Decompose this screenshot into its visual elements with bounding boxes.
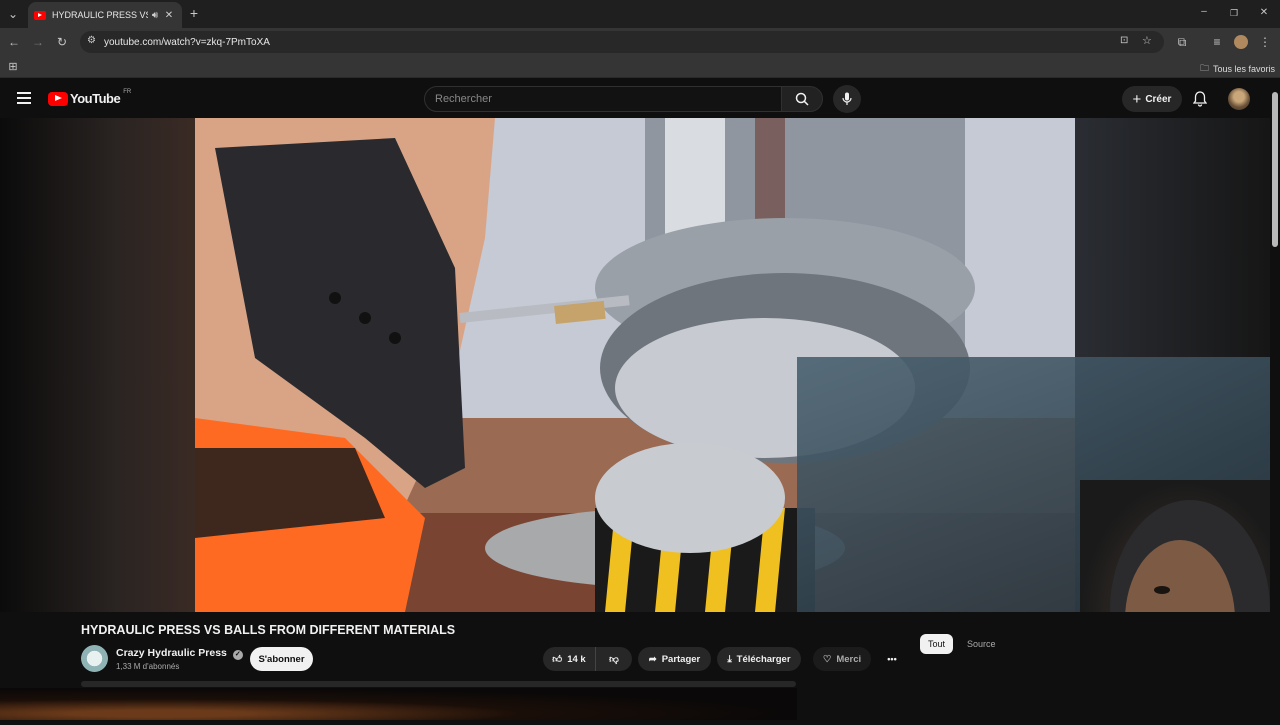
channel-name[interactable]: Crazy Hydraulic Press ✓ bbox=[116, 647, 243, 660]
browser-tab[interactable]: HYDRAULIC PRESS VS BALLS 🔊︎ ✕ bbox=[28, 2, 182, 28]
apps-grid-icon[interactable]: ⊞ bbox=[5, 60, 21, 74]
profile-avatar-icon[interactable] bbox=[1234, 35, 1248, 49]
menu-kebab-icon[interactable]: ⋮ bbox=[1257, 35, 1273, 49]
share-button[interactable]: ➦ Partager bbox=[638, 647, 711, 671]
create-label: Créer bbox=[1145, 93, 1172, 105]
youtube-favicon-icon bbox=[34, 10, 46, 20]
all-bookmarks-label: Tous les favoris bbox=[1213, 64, 1276, 74]
voice-search-button[interactable] bbox=[833, 85, 861, 113]
tab-search-icon[interactable]: ⌄ bbox=[5, 7, 21, 21]
bookmarks-bar: ⊞ 🗀︎ Tous les favoris bbox=[0, 56, 1280, 78]
thumbs-up-icon: 👍︎ bbox=[552, 654, 563, 665]
hamburger-menu-icon[interactable] bbox=[17, 92, 31, 104]
all-bookmarks-folder[interactable]: 🗀︎ Tous les favoris bbox=[1200, 61, 1275, 77]
search-placeholder: Rechercher bbox=[435, 93, 492, 105]
new-tab-icon[interactable]: + bbox=[186, 6, 202, 20]
youtube-logo-text: YouTube bbox=[70, 91, 121, 106]
close-tab-icon[interactable]: ✕ bbox=[162, 10, 176, 21]
youtube-play-icon bbox=[48, 91, 68, 106]
install-icon[interactable]: ⊡ bbox=[1120, 35, 1128, 46]
like-button[interactable]: 👍︎ 14 k bbox=[543, 647, 595, 671]
account-avatar[interactable] bbox=[1228, 88, 1250, 110]
dislike-button[interactable]: 👎︎ bbox=[595, 647, 632, 671]
minimize-icon[interactable]: – bbox=[1196, 5, 1212, 19]
recommendation-chips: Tout Source bbox=[920, 634, 1004, 654]
youtube-header: YouTube FR Rechercher + Créer bbox=[0, 80, 1270, 118]
site-info-icon[interactable]: ⚙ bbox=[87, 35, 96, 46]
address-bar[interactable]: ⚙ youtube.com/watch?v=zkq-7PmToXA ⊡ ☆ bbox=[80, 31, 1164, 53]
youtube-logo[interactable]: YouTube FR bbox=[48, 88, 132, 106]
like-count: 14 k bbox=[567, 653, 586, 665]
back-icon[interactable]: ← bbox=[6, 35, 22, 49]
tab-strip: ⌄ HYDRAULIC PRESS VS BALLS 🔊︎ ✕ + – ❐ ✕ bbox=[0, 0, 1280, 28]
download-button[interactable]: ⤓ Télécharger bbox=[717, 647, 801, 671]
share-label: Partager bbox=[661, 653, 701, 665]
next-video-thumbnail[interactable] bbox=[0, 688, 797, 720]
ambient-left bbox=[0, 118, 195, 612]
channel-name-text: Crazy Hydraulic Press bbox=[116, 647, 227, 659]
heart-dollar-icon: ♡ bbox=[822, 653, 832, 665]
plus-icon: + bbox=[1132, 90, 1142, 108]
search-icon bbox=[795, 92, 809, 106]
video-title: HYDRAULIC PRESS VS BALLS FROM DIFFERENT … bbox=[81, 623, 456, 637]
speaker-icon[interactable]: 🔊︎ bbox=[148, 10, 162, 21]
extensions-icon[interactable]: ⧉ bbox=[1174, 35, 1190, 49]
close-window-icon[interactable]: ✕ bbox=[1256, 6, 1272, 20]
thanks-label: Merci bbox=[836, 653, 862, 665]
microphone-icon bbox=[842, 92, 852, 105]
media-control-icon[interactable]: ≡ bbox=[1209, 35, 1225, 49]
thanks-button[interactable]: ♡ Merci bbox=[813, 647, 871, 671]
reload-icon[interactable]: ↻ bbox=[54, 35, 70, 49]
more-actions-button[interactable]: ••• bbox=[877, 647, 907, 671]
recommendation-bar bbox=[81, 681, 796, 687]
create-button[interactable]: + Créer bbox=[1122, 86, 1182, 112]
tab-title: HYDRAULIC PRESS VS BALLS bbox=[52, 10, 148, 20]
search-input[interactable]: Rechercher bbox=[424, 86, 782, 112]
chip-all[interactable]: Tout bbox=[920, 634, 954, 654]
subscriber-count: 1,33 M d'abonnés bbox=[116, 662, 180, 671]
verified-badge-icon: ✓ bbox=[232, 650, 243, 660]
notifications-bell-icon[interactable] bbox=[1192, 91, 1208, 112]
share-arrow-icon: ➦ bbox=[648, 653, 657, 665]
download-icon: ⤓ bbox=[727, 653, 732, 665]
forward-icon[interactable]: → bbox=[30, 35, 46, 49]
region-code: FR bbox=[123, 88, 132, 95]
browser-toolbar: ← → ↻ ⚙ youtube.com/watch?v=zkq-7PmToXA … bbox=[0, 28, 1280, 56]
download-label: Télécharger bbox=[736, 653, 791, 665]
url-text: youtube.com/watch?v=zkq-7PmToXA bbox=[104, 36, 270, 48]
chip-source[interactable]: Source bbox=[959, 634, 1004, 654]
thumbs-down-icon: 👎︎ bbox=[609, 654, 619, 665]
bookmark-star-icon[interactable]: ☆ bbox=[1142, 34, 1152, 47]
search-button[interactable] bbox=[781, 86, 823, 112]
scrollbar-thumb[interactable] bbox=[1272, 92, 1278, 247]
folder-icon: 🗀︎ bbox=[1200, 63, 1210, 73]
restore-icon[interactable]: ❐ bbox=[1226, 6, 1242, 20]
subscribe-button[interactable]: S'abonner bbox=[250, 647, 313, 671]
channel-avatar[interactable] bbox=[81, 645, 108, 672]
